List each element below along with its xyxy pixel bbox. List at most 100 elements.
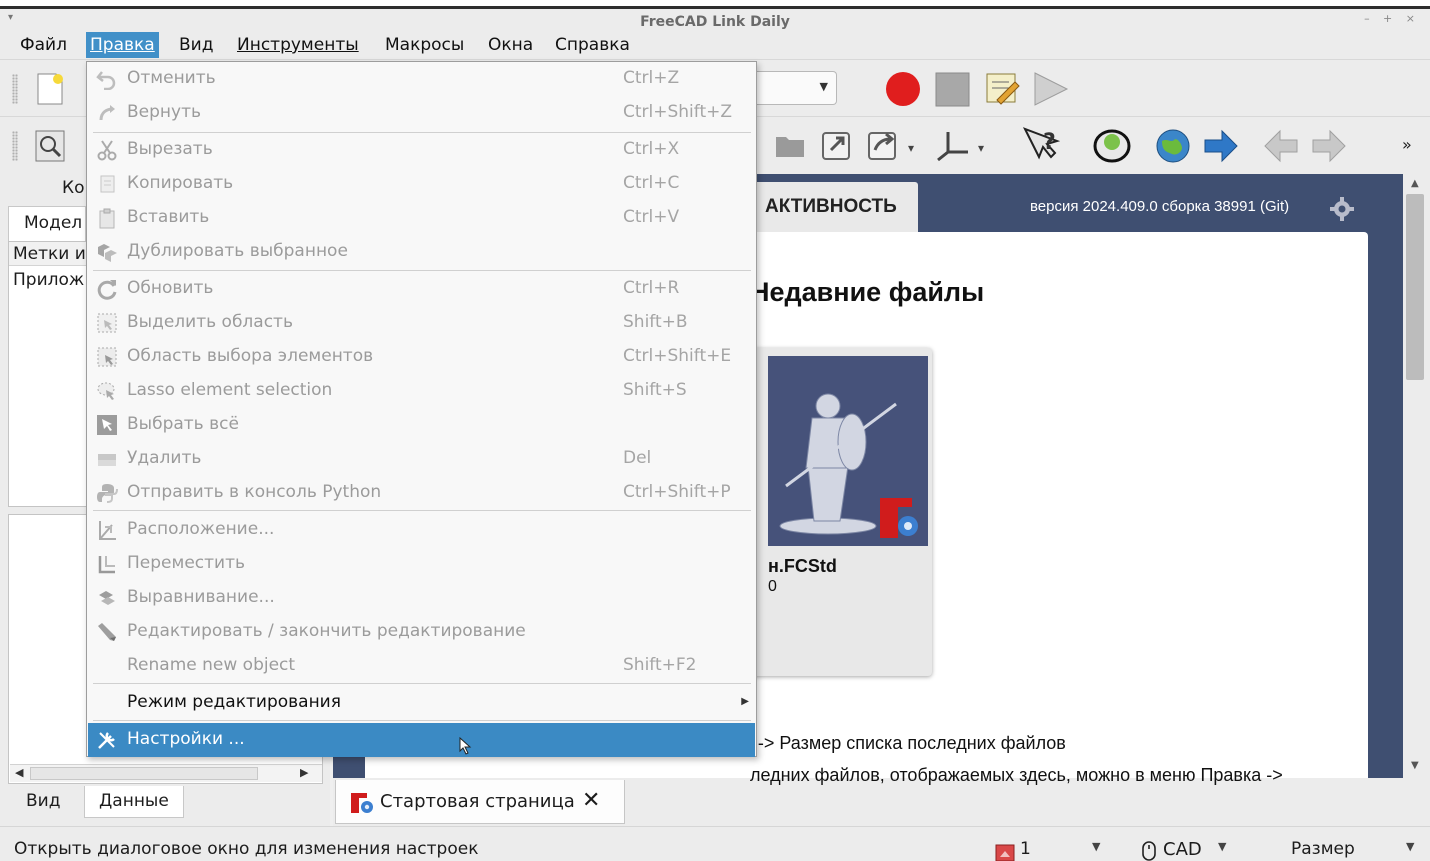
tab-activity-label: АКТИВНОСТЬ bbox=[765, 196, 897, 217]
menu-item-preferences[interactable]: Настройки ... bbox=[88, 723, 755, 757]
placement-icon bbox=[99, 521, 116, 540]
python-icon bbox=[97, 484, 118, 503]
panel-title: Ко bbox=[62, 178, 85, 198]
duplicate-icon bbox=[98, 244, 117, 262]
toolbar-grip[interactable] bbox=[12, 74, 18, 104]
model-tree[interactable]: Метки и Прилож bbox=[8, 241, 88, 507]
share-dropdown-icon[interactable]: ▾ bbox=[866, 128, 926, 162]
menu-item-toggle-edit[interactable]: Редактировать / закончить редактирование bbox=[88, 615, 755, 649]
chevron-down-icon[interactable]: ▼ bbox=[1218, 840, 1226, 853]
svg-text:▾: ▾ bbox=[978, 141, 984, 155]
screen-top-edge bbox=[0, 0, 1430, 9]
scroll-thumb[interactable] bbox=[1406, 194, 1424, 380]
tab-model[interactable]: Модел bbox=[8, 206, 86, 242]
scroll-right-icon[interactable]: ▶ bbox=[300, 766, 308, 779]
toolbar-overflow-icon[interactable]: » bbox=[1402, 135, 1412, 154]
menu-edit[interactable]: Правка bbox=[86, 32, 159, 58]
menu-item-shortcut: Ctrl+C bbox=[623, 173, 680, 193]
menu-item-placement[interactable]: Расположение... bbox=[88, 513, 755, 547]
edit-pencil-icon bbox=[98, 623, 116, 641]
edit-macro-icon[interactable] bbox=[983, 68, 1023, 108]
folder-icon[interactable] bbox=[774, 131, 806, 159]
tab-start-page-label: Стартовая страница bbox=[380, 791, 575, 812]
freecad-logo-icon bbox=[351, 793, 373, 813]
menu-help[interactable]: Справка bbox=[551, 32, 634, 58]
tab-start-page[interactable]: Стартовая страница ✕ bbox=[335, 780, 625, 824]
menu-item-delete[interactable]: Удалить Del bbox=[88, 442, 755, 476]
horizontal-scrollbar[interactable]: ◀ ▶ bbox=[10, 764, 322, 782]
paste-icon bbox=[99, 208, 115, 229]
delete-icon bbox=[98, 454, 116, 466]
new-document-icon[interactable] bbox=[34, 72, 66, 106]
menu-view[interactable]: Вид bbox=[175, 32, 217, 58]
menu-macros[interactable]: Макросы bbox=[381, 32, 468, 58]
menu-item-label: Обновить bbox=[127, 278, 214, 298]
menu-item-box-select[interactable]: Выделить область Shift+B bbox=[88, 306, 755, 340]
menu-item-edit-mode[interactable]: Режим редактирования ▶ bbox=[88, 686, 755, 720]
stop-macro-icon[interactable] bbox=[934, 71, 972, 107]
tab-view[interactable]: Вид bbox=[12, 786, 74, 818]
workbench-selector[interactable]: ▼ bbox=[757, 71, 837, 105]
gear-icon[interactable] bbox=[1329, 196, 1355, 222]
fit-all-icon[interactable] bbox=[34, 129, 66, 163]
web-globe-icon[interactable] bbox=[1154, 127, 1192, 165]
tab-activity[interactable]: АКТИВНОСТЬ bbox=[753, 182, 918, 232]
vertical-scrollbar[interactable]: ▲ ▼ bbox=[1403, 174, 1430, 778]
menu-tools[interactable]: Инструменты bbox=[233, 32, 363, 58]
menu-item-label: Вставить bbox=[127, 207, 210, 227]
navigation-style[interactable]: CAD bbox=[1163, 839, 1202, 860]
menu-item-cut[interactable]: Вырезать Ctrl+X bbox=[88, 133, 755, 167]
menu-item-label: Переместить bbox=[127, 553, 245, 573]
menu-item-transform[interactable]: Переместить bbox=[88, 547, 755, 581]
mouse-icon bbox=[1142, 841, 1156, 861]
scroll-left-icon[interactable]: ◀ bbox=[15, 766, 23, 779]
menu-item-shortcut: Shift+B bbox=[623, 312, 688, 332]
menu-item-duplicate[interactable]: Дублировать выбранное bbox=[88, 235, 755, 269]
mouse-cursor-icon bbox=[459, 737, 472, 755]
window-title: FreeCAD Link Daily bbox=[640, 14, 790, 30]
axis-cross-icon[interactable]: ▾ bbox=[934, 128, 994, 164]
menu-item-alignment[interactable]: Выравнивание... bbox=[88, 581, 755, 615]
menu-windows[interactable]: Окна bbox=[484, 32, 537, 58]
recent-file-card[interactable]: н.FCStd 0 bbox=[748, 348, 932, 676]
record-macro-icon[interactable] bbox=[884, 70, 922, 108]
title-bar: ▾ FreeCAD Link Daily – + × bbox=[0, 9, 1430, 31]
chevron-down-icon[interactable]: ▼ bbox=[1092, 840, 1100, 853]
scroll-up-icon[interactable]: ▲ bbox=[1411, 178, 1419, 189]
menu-item-label: Удалить bbox=[127, 448, 202, 468]
menu-item-label: Расположение... bbox=[127, 519, 275, 539]
tree-row-application[interactable]: Прилож bbox=[13, 270, 84, 290]
menu-item-redo[interactable]: Вернуть Ctrl+Shift+Z bbox=[88, 96, 755, 130]
export-icon[interactable] bbox=[820, 128, 854, 162]
element-box-select-icon bbox=[97, 347, 117, 367]
dimension-selector[interactable]: Размер bbox=[1291, 839, 1355, 859]
chevron-down-icon[interactable]: ▼ bbox=[1406, 840, 1414, 853]
scroll-thumb[interactable] bbox=[30, 767, 258, 780]
menu-item-paste[interactable]: Вставить Ctrl+V bbox=[88, 201, 755, 235]
menu-item-copy[interactable]: Копировать Ctrl+C bbox=[88, 167, 755, 201]
menu-item-refresh[interactable]: Обновить Ctrl+R bbox=[88, 272, 755, 306]
forward-arrow-icon[interactable] bbox=[1310, 129, 1348, 163]
toolbar-grip[interactable] bbox=[12, 131, 18, 161]
close-icon[interactable]: ✕ bbox=[582, 788, 600, 813]
run-macro-icon[interactable] bbox=[1032, 71, 1070, 107]
menu-item-lasso[interactable]: Lasso element selection Shift+S bbox=[88, 374, 755, 408]
menu-file[interactable]: Файл bbox=[16, 32, 71, 58]
window-controls[interactable]: – + × bbox=[1364, 12, 1420, 25]
back-arrow-icon[interactable] bbox=[1262, 129, 1300, 163]
forward-nav-icon[interactable] bbox=[1202, 129, 1240, 163]
menu-item-element-box-select[interactable]: Область выбора элементов Ctrl+Shift+E bbox=[88, 340, 755, 374]
menu-item-shortcut: Ctrl+R bbox=[623, 278, 680, 298]
menu-item-label: Отменить bbox=[127, 68, 216, 88]
menu-item-select-all[interactable]: Выбрать всё bbox=[88, 408, 755, 442]
notification-icon[interactable] bbox=[995, 844, 1015, 861]
menu-item-send-to-python[interactable]: Отправить в консоль Python Ctrl+Shift+P bbox=[88, 476, 755, 510]
std-view-icon[interactable] bbox=[1093, 127, 1131, 165]
menu-item-undo[interactable]: Отменить Ctrl+Z bbox=[88, 62, 755, 96]
tab-data[interactable]: Данные bbox=[84, 786, 184, 818]
svg-text:?: ? bbox=[1043, 130, 1056, 155]
whats-this-icon[interactable]: ? bbox=[1021, 127, 1061, 165]
notification-count: 1 bbox=[1020, 839, 1031, 859]
scroll-down-icon[interactable]: ▼ bbox=[1411, 760, 1419, 771]
menu-item-rename-new-object[interactable]: Rename new object Shift+F2 bbox=[88, 649, 755, 683]
